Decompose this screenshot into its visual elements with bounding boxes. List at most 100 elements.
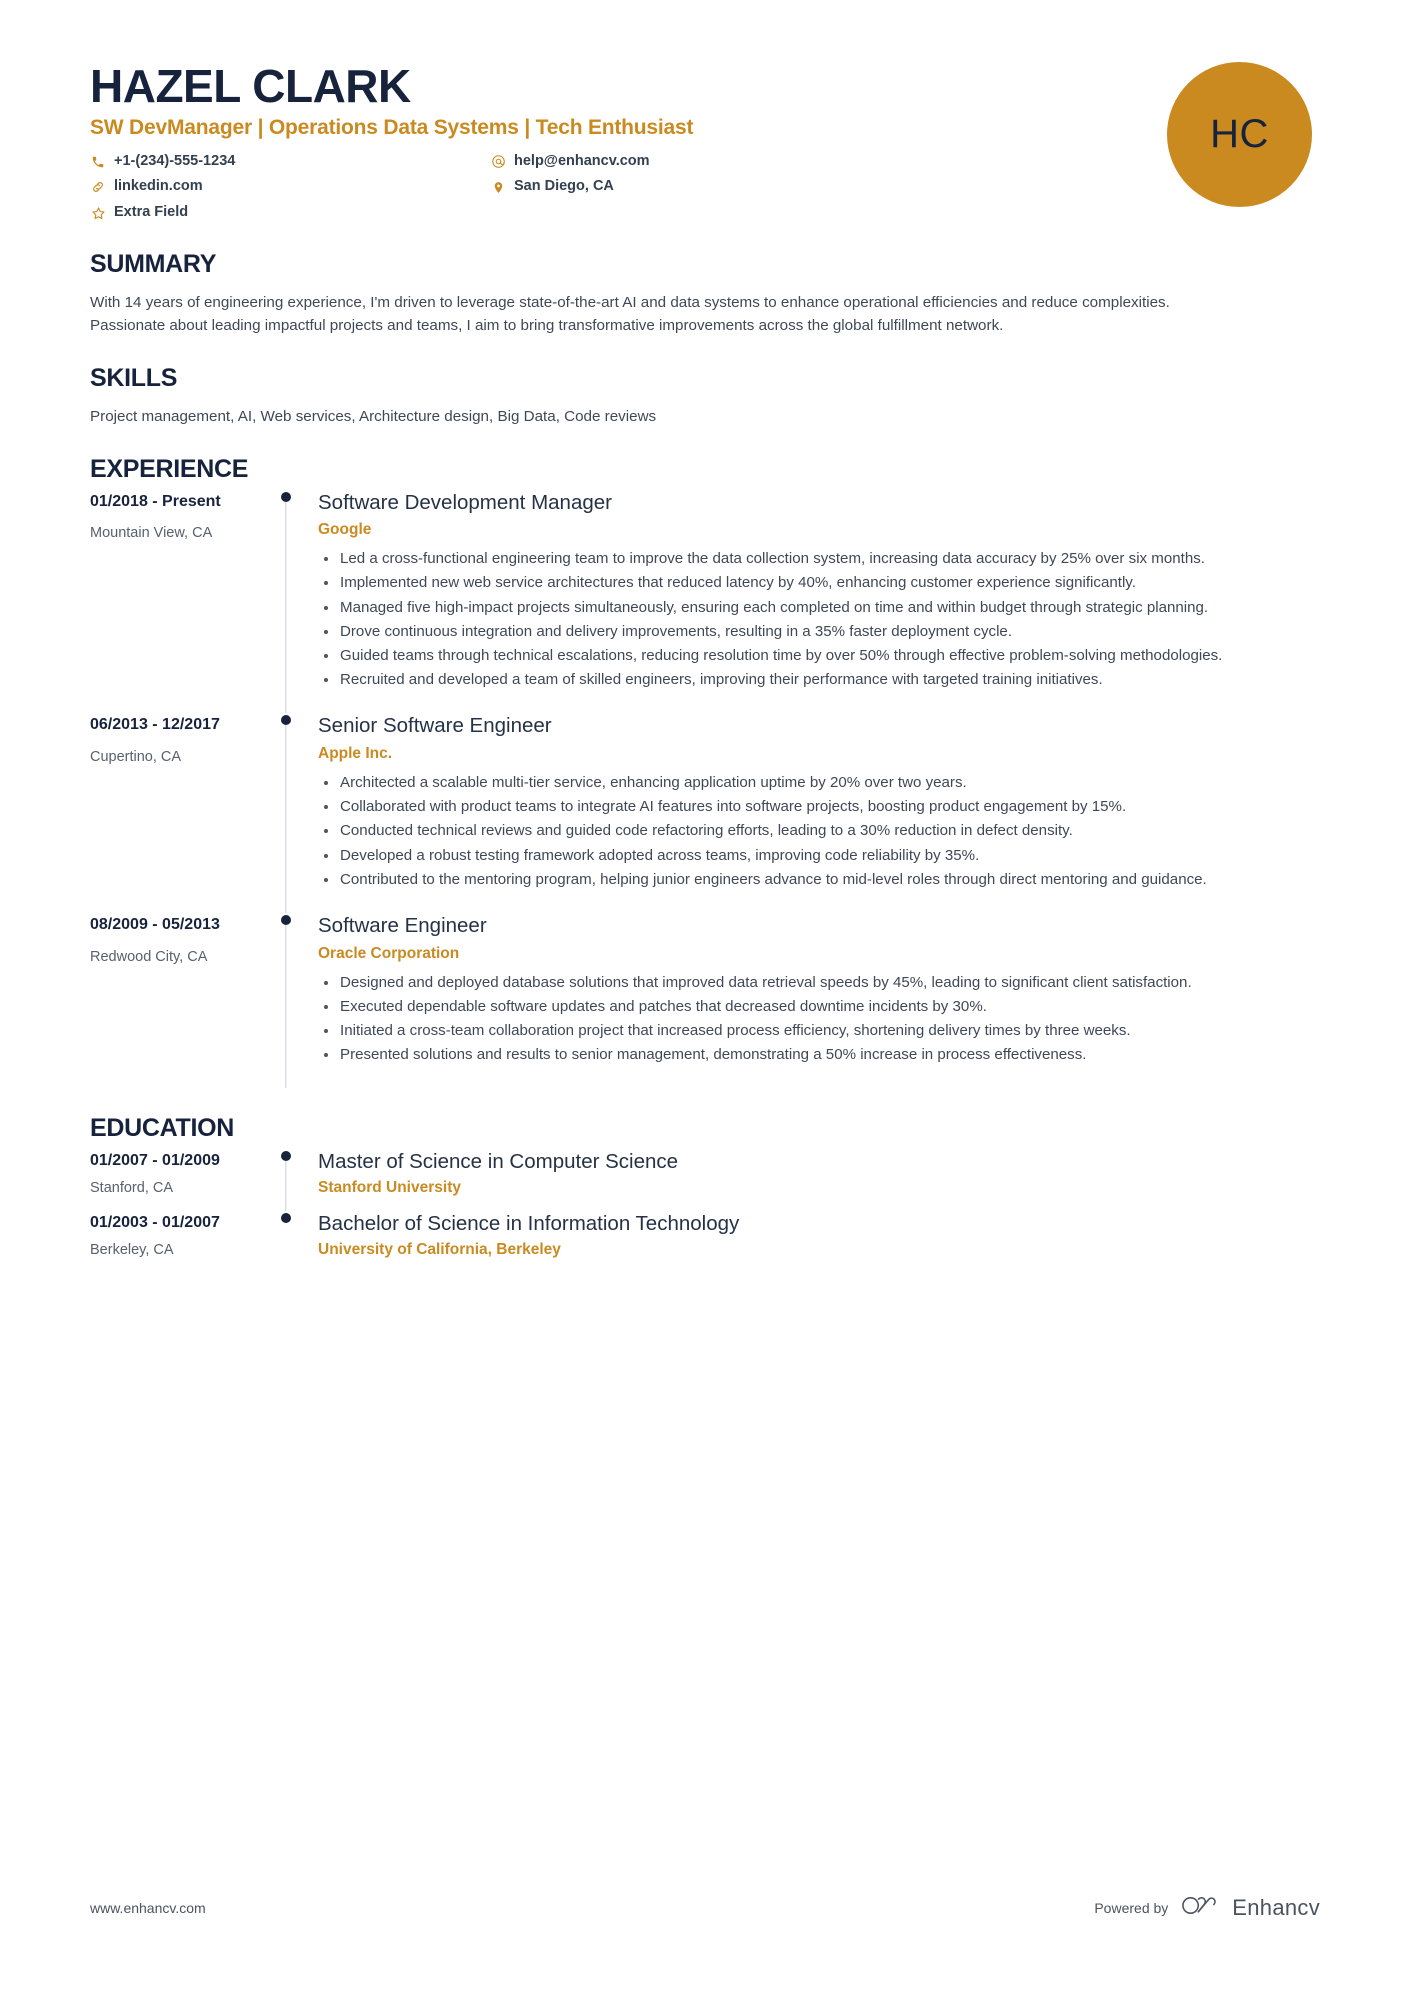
list-item: Managed five high-impact projects simult… <box>318 597 1320 619</box>
contact-location[interactable]: San Diego, CA <box>490 176 1167 198</box>
education-list: 01/2007 - 01/2009 Stanford, CA Master of S… <box>90 1149 1320 1272</box>
timeline-dot-icon <box>281 491 291 502</box>
education-entry-meta: 01/2003 - 01/2007 Berkeley, CA <box>90 1211 272 1273</box>
summary-heading: SUMMARY <box>90 249 217 278</box>
experience-entry-bullets: Designed and deployed database solutions… <box>318 972 1320 1067</box>
timeline-line <box>285 1157 287 1211</box>
education-entry-body: Bachelor of Science in Information Techn… <box>300 1211 1320 1273</box>
footer-branding: Powered by Enhancv <box>1094 1894 1320 1922</box>
experience-list: 01/2018 - Present Mountain View, CA Softwa… <box>90 490 1320 1089</box>
location-icon <box>490 179 506 195</box>
timeline-rail <box>272 713 300 913</box>
experience-entry-bullets: Architected a scalable multi-tier servic… <box>318 772 1320 891</box>
list-item: Initiated a cross-team collaboration pro… <box>318 1020 1320 1042</box>
timeline-rail <box>272 1211 300 1273</box>
experience-heading: EXPERIENCE <box>90 454 249 483</box>
contact-phone-value: +1-(234)-555-1234 <box>114 152 236 169</box>
timeline-dot-icon <box>281 914 291 925</box>
experience-entry: 01/2018 - Present Mountain View, CA Softwa… <box>90 490 1320 714</box>
experience-entry-body: Software Engineer Oracle Corporation Desig… <box>300 913 1320 1088</box>
list-item: Architected a scalable multi-tier servic… <box>318 772 1320 794</box>
experience-entry-location: Redwood City, CA <box>90 948 208 965</box>
experience-entry-role: Software Engineer <box>318 913 487 937</box>
contact-details: +1-(234)-555-1234 help@enhancv.com linke… <box>90 151 1167 224</box>
list-item: Contributed to the mentoring program, he… <box>318 869 1320 891</box>
list-item: Developed a robust testing framework ado… <box>318 845 1320 867</box>
contact-email[interactable]: help@enhancv.com <box>490 151 1167 173</box>
timeline-line <box>285 721 287 913</box>
experience-entry-location: Cupertino, CA <box>90 749 182 766</box>
contact-location-value: San Diego, CA <box>514 178 614 195</box>
experience-entry-date: 06/2013 - 12/2017 <box>90 716 220 734</box>
timeline-rail <box>272 1149 300 1211</box>
list-item: Led a cross-functional engineering team … <box>318 548 1320 570</box>
resume-page: HAZEL CLARK SW DevManager | Operations D… <box>0 0 1410 1995</box>
enhancv-brand: Enhancv <box>1181 1894 1320 1922</box>
summary-text: With 14 years of engineering experience,… <box>90 293 1170 335</box>
skills-text: Project management, AI, Web services, Ar… <box>90 408 657 426</box>
page-title: HAZEL CLARK <box>90 60 411 112</box>
list-item: Conducted technical reviews and guided c… <box>318 820 1320 842</box>
experience-entry-date: 08/2009 - 05/2013 <box>90 915 220 933</box>
powered-by-label: Powered by <box>1094 1900 1169 1916</box>
footer-url[interactable]: www.enhancv.com <box>90 1900 206 1916</box>
timeline-dot-icon <box>281 1212 291 1223</box>
enhancv-brand-name: Enhancv <box>1232 1895 1320 1920</box>
contact-extra-field-value: Extra Field <box>114 204 189 221</box>
phone-icon <box>90 154 106 170</box>
experience-entry-company: Apple Inc. <box>318 745 393 763</box>
section-education: EDUCATION 01/2007 - 01/2009 Stanford, CA M… <box>90 1114 1320 1272</box>
timeline-rail <box>272 490 300 714</box>
education-entry: 01/2007 - 01/2009 Stanford, CA Master of S… <box>90 1149 1320 1211</box>
experience-entry-role: Senior Software Engineer <box>318 714 552 738</box>
timeline-dot-icon <box>281 715 291 726</box>
section-experience: EXPERIENCE 01/2018 - Present Mountain Vie… <box>90 455 1320 1089</box>
contact-linkedin-value: linkedin.com <box>114 178 203 195</box>
experience-entry-company: Oracle Corporation <box>318 944 460 962</box>
contact-extra-field[interactable]: Extra Field <box>90 202 490 224</box>
avatar-initials: HC <box>1210 112 1269 156</box>
experience-entry-role: Software Development Manager <box>318 490 612 514</box>
education-entry-location: Berkeley, CA <box>90 1241 174 1258</box>
list-item: Guided teams through technical escalatio… <box>318 645 1320 667</box>
experience-entry-body: Senior Software Engineer Apple Inc. Archit… <box>300 713 1320 913</box>
list-item: Implemented new web service architecture… <box>318 572 1320 594</box>
contact-email-value: help@enhancv.com <box>514 152 650 169</box>
experience-entry: 08/2009 - 05/2013 Redwood City, CA Softwar… <box>90 913 1320 1089</box>
list-item: Executed dependable software updates and… <box>318 996 1320 1018</box>
education-entry-body: Master of Science in Computer Science Sta… <box>300 1149 1320 1211</box>
timeline-dot-icon <box>281 1151 291 1162</box>
enhancv-logo-icon <box>1181 1894 1223 1922</box>
education-entry-degree: Bachelor of Science in Information Techn… <box>318 1211 740 1235</box>
professional-headline: SW DevManager | Operations Data Systems … <box>90 115 694 139</box>
education-heading: EDUCATION <box>90 1114 235 1143</box>
education-entry-school: University of California, Berkeley <box>318 1240 561 1258</box>
contact-linkedin[interactable]: linkedin.com <box>90 176 490 198</box>
experience-entry-location: Mountain View, CA <box>90 525 213 542</box>
education-entry-school: Stanford University <box>318 1178 461 1196</box>
experience-entry-meta: 06/2013 - 12/2017 Cupertino, CA <box>90 713 272 913</box>
star-icon <box>90 205 106 221</box>
contact-phone[interactable]: +1-(234)-555-1234 <box>90 151 490 173</box>
experience-entry-meta: 08/2009 - 05/2013 Redwood City, CA <box>90 913 272 1088</box>
list-item: Recruited and developed a team of skille… <box>318 669 1320 691</box>
education-entry-date: 01/2007 - 01/2009 <box>90 1152 220 1170</box>
section-skills: SKILLS Project management, AI, Web servi… <box>90 364 1320 429</box>
experience-entry: 06/2013 - 12/2017 Cupertino, CA Senior Sof… <box>90 713 1320 913</box>
education-entry-location: Stanford, CA <box>90 1180 174 1197</box>
list-item: Drove continuous integration and deliver… <box>318 621 1320 643</box>
experience-entry-meta: 01/2018 - Present Mountain View, CA <box>90 490 272 714</box>
timeline-line <box>285 497 287 714</box>
experience-entry-company: Google <box>318 521 372 539</box>
section-summary: SUMMARY With 14 years of engineering exp… <box>90 250 1320 338</box>
education-entry-degree: Master of Science in Computer Science <box>318 1150 679 1174</box>
email-icon <box>490 154 506 170</box>
avatar: HC <box>1167 62 1312 207</box>
header-left-column: HAZEL CLARK SW DevManager | Operations D… <box>90 56 1167 224</box>
list-item: Collaborated with product teams to integ… <box>318 796 1320 818</box>
education-entry-date: 01/2003 - 01/2007 <box>90 1213 220 1231</box>
page-footer: www.enhancv.com Powered by Enhancv <box>90 1894 1320 1922</box>
list-item: Designed and deployed database solutions… <box>318 972 1320 994</box>
experience-entry-bullets: Led a cross-functional engineering team … <box>318 548 1320 691</box>
resume-header: HAZEL CLARK SW DevManager | Operations D… <box>90 56 1320 224</box>
